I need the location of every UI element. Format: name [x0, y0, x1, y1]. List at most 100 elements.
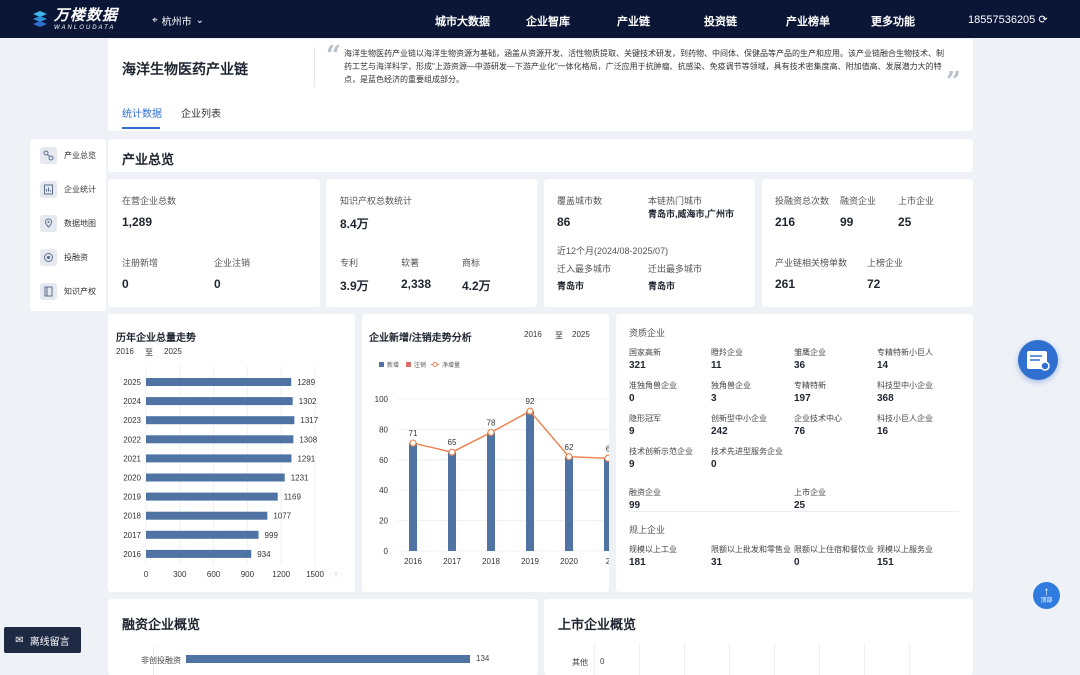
period-label: 近12个月(2024/08-2025/07): [557, 246, 669, 256]
nav-industry-chain[interactable]: 产业链: [617, 13, 650, 29]
qual-value: 0: [794, 557, 800, 568]
qual-value: 151: [877, 557, 894, 568]
sidebar-item-enterprise[interactable]: 企业统计: [40, 181, 96, 198]
industry-title: 海洋生物医药产业链: [122, 61, 248, 77]
nav-city-data[interactable]: 城市大数据: [435, 13, 490, 29]
qual-value: 368: [877, 393, 894, 404]
report-icon: [40, 181, 57, 198]
x-tick-label: 2019: [521, 557, 539, 566]
financing-overview-title: 融资企业概览: [122, 617, 201, 632]
listed-chart-grid: [594, 643, 954, 675]
qual-label: 准独角兽企业: [629, 381, 677, 390]
x-tick-label: 2016: [404, 557, 422, 566]
total-trend-card: 历年企业总量走势 2016 至 2025 0 300 600 900 1200 1500 ↑…: [108, 314, 355, 592]
nav-enterprise[interactable]: 企业智库: [526, 13, 570, 29]
stat-label: 注册新增: [122, 258, 159, 268]
bar: [565, 456, 573, 551]
bar: [526, 411, 534, 551]
brand-logo[interactable]: 万楼数据 WANLOUDATA: [32, 8, 118, 31]
bar: [146, 473, 285, 482]
bar: [146, 435, 294, 444]
line-point: [604, 454, 609, 462]
mail-icon: ✉: [15, 634, 24, 646]
bar-label: 非创投融资: [141, 656, 181, 665]
stat-value: 8.4万: [340, 217, 369, 231]
sidebar-item-ip[interactable]: 知识产权: [40, 283, 96, 300]
qual-label: 规模以上服务业: [877, 545, 933, 554]
qual-label: 国家高新: [629, 348, 661, 357]
bar: [146, 549, 252, 558]
stat-label: 迁入最多城市: [557, 264, 612, 274]
logout-icon[interactable]: ⟳: [1038, 14, 1047, 26]
qual-value: 0: [711, 459, 717, 470]
qual-label: 创新型中小企业: [711, 414, 767, 423]
x-tick-label: 2018: [482, 557, 500, 566]
data-label: 1289: [297, 378, 315, 387]
x-tick-label: 1500: [306, 570, 324, 579]
bar: [409, 443, 417, 551]
sidebar-item-label: 知识产权: [64, 287, 96, 296]
assistant-float-icon[interactable]: [1018, 340, 1058, 380]
legend-label: 净增量: [442, 361, 460, 369]
qual-value: 25: [794, 500, 806, 511]
sidebar-item-financing[interactable]: 投融资: [40, 249, 88, 266]
stat-label: 商标: [462, 258, 481, 268]
legend-swatch: [406, 362, 411, 367]
qual-value: 9: [629, 426, 635, 437]
stat-label: 覆盖城市数: [557, 196, 603, 206]
qual-value: 0: [629, 393, 635, 404]
stat-value: 99: [840, 215, 854, 229]
qual-value: 14: [877, 360, 889, 371]
y-tick-label: 2023: [123, 416, 141, 425]
x-tick-label: 300: [173, 570, 187, 579]
nav-investment-chain[interactable]: 投资链: [704, 13, 737, 29]
x-tick-label: 600: [207, 570, 221, 579]
sidebar-item-map[interactable]: 数据地图: [40, 215, 96, 232]
offline-message-button[interactable]: ✉ 离线留言: [4, 627, 81, 653]
industry-description: 海洋生物医药产业链以海洋生物资源为基础，涵盖从资源开发、活性物质提取、关键技术研…: [344, 49, 944, 84]
y-tick-label: 2024: [123, 397, 141, 406]
qual-label: 技术先进型服务企业: [711, 447, 783, 456]
nav-more[interactable]: 更多功能: [871, 13, 915, 29]
city-selector[interactable]: ⌖ 杭州市 ⌄: [152, 13, 204, 28]
stat-label: 本链热门城市: [648, 196, 703, 206]
back-to-top-button[interactable]: ↑ 顶部: [1033, 582, 1060, 609]
y-tick-label: 20: [379, 517, 388, 526]
stat-label: 上市企业: [898, 196, 935, 206]
quote-close-icon: ”: [946, 67, 961, 97]
sidebar: 产业总览 企业统计 数据地图 投融资 知识产权: [30, 139, 106, 311]
tab-enterprise-list[interactable]: 企业列表: [181, 105, 221, 120]
data-label: 78: [487, 418, 496, 427]
listed-overview-title: 上市企业概览: [558, 617, 637, 632]
data-label: 65: [448, 438, 457, 447]
stat-value: 0: [214, 277, 221, 291]
stat-card-enterprise: 在营企业总数 1,289 注册新增 0 企业注销 0: [108, 179, 320, 307]
nav-rankings[interactable]: 产业榜单: [786, 13, 830, 29]
axis-arrow-icon: ↑: [334, 569, 339, 579]
sidebar-item-overview[interactable]: 产业总览: [40, 147, 96, 164]
divider: [629, 511, 959, 512]
bar: [146, 416, 295, 425]
stat-label: 融资企业: [840, 196, 877, 206]
y-tick-label: 2016: [123, 550, 141, 559]
data-label: 1317: [300, 416, 318, 425]
qual-value: 76: [794, 426, 806, 437]
map-icon: [40, 215, 57, 232]
line-point: [565, 453, 573, 461]
user-phone[interactable]: 18557536205 ⟳: [968, 13, 1048, 26]
bar: [604, 458, 609, 551]
stat-label: 投融资总次数: [775, 196, 830, 206]
bar: [146, 397, 293, 406]
qual-label: 上市企业: [794, 488, 826, 497]
x-tick-label: 2: [606, 557, 609, 566]
qual-label: 瞪羚企业: [711, 348, 743, 357]
top-nav: 万楼数据 WANLOUDATA ⌖ 杭州市 ⌄ 城市大数据 企业智库 产业链 投…: [0, 0, 1080, 38]
stat-value: 261: [775, 277, 796, 291]
qual-label: 限额以上批发和零售业: [711, 545, 791, 554]
tab-statistics[interactable]: 统计数据: [122, 105, 162, 120]
bar: [448, 452, 456, 551]
stat-value: 4.2万: [462, 279, 491, 293]
bar: [146, 511, 268, 520]
stat-value: 216: [775, 215, 796, 229]
data-label: 999: [265, 531, 279, 540]
